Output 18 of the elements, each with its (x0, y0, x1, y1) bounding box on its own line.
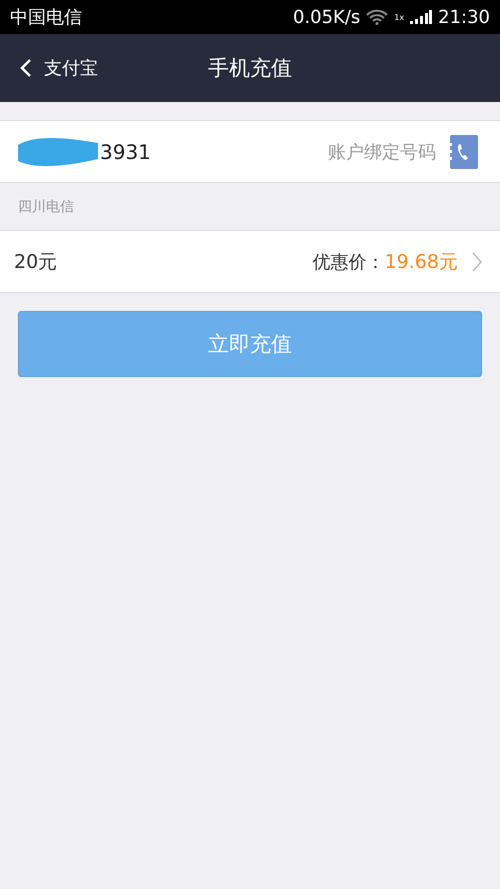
back-icon (20, 58, 32, 78)
discount-price: 19.68元 (384, 250, 458, 274)
phone-number: 3931 (100, 140, 151, 164)
wifi-icon (366, 9, 388, 25)
discount-label: 优惠价： (312, 250, 385, 274)
clock: 21:30 (438, 6, 490, 28)
back-button[interactable]: 支付宝 (0, 56, 98, 80)
bound-number-label: 账户绑定号码 (328, 140, 436, 164)
amount-selector[interactable]: 20元 优惠价：19.68元 (0, 230, 500, 293)
signal-icon (410, 9, 432, 25)
contacts-phone-icon[interactable] (450, 134, 478, 168)
chevron-right-icon (472, 252, 482, 272)
amount-value: 20元 (14, 250, 58, 274)
carrier-name: 中国电信 (10, 6, 82, 29)
page-title: 手机充值 (208, 55, 292, 82)
network-speed: 0.05K/s (292, 6, 360, 28)
network-type: 1x (394, 12, 404, 22)
operator-label: 四川电信 (18, 198, 74, 216)
